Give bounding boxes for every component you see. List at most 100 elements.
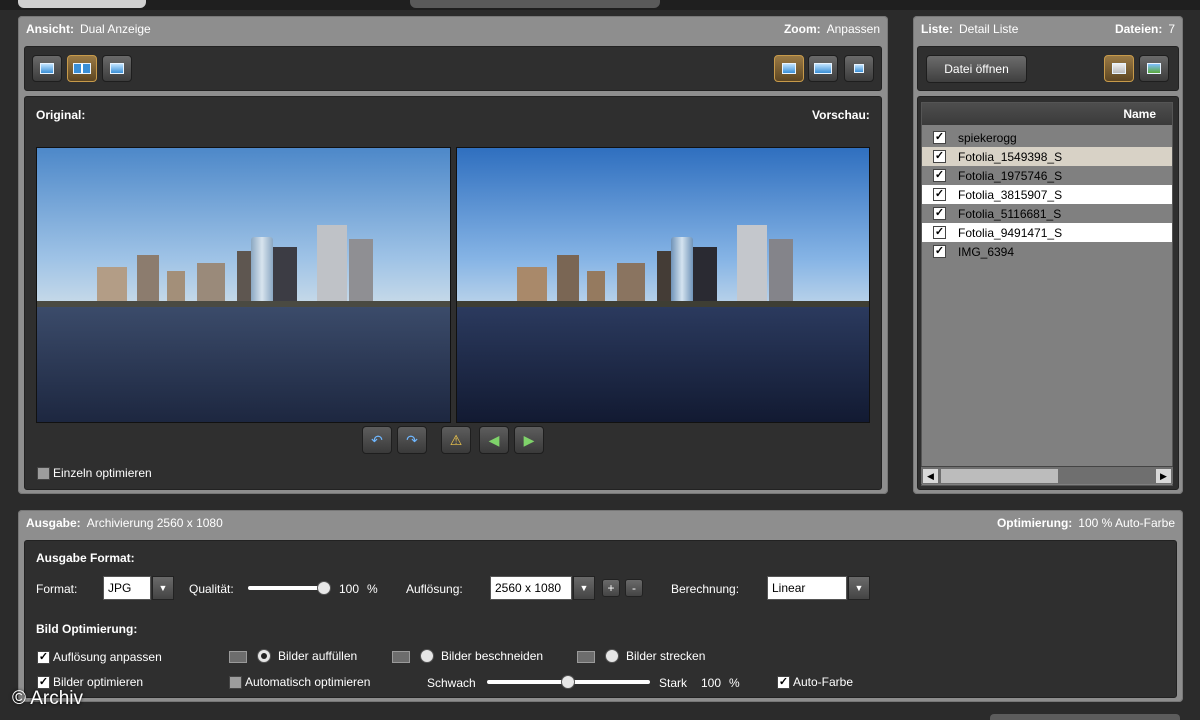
quality-unit: % bbox=[367, 582, 378, 596]
calculation-select[interactable]: Linear bbox=[767, 576, 847, 600]
file-row-checkbox[interactable]: ✓ bbox=[933, 245, 946, 258]
auto-optimize-label: Automatisch optimieren bbox=[245, 675, 371, 689]
rotate-right-button[interactable]: ↷ bbox=[397, 426, 427, 454]
adjust-resolution-option[interactable]: ✓ Auflösung anpassen bbox=[37, 650, 162, 664]
top-tab[interactable] bbox=[18, 0, 146, 8]
crop-radio[interactable] bbox=[420, 649, 434, 663]
zoom-fit-button[interactable] bbox=[774, 55, 804, 82]
adjust-resolution-label: Auflösung anpassen bbox=[53, 650, 162, 664]
file-row-name: Fotolia_9491471_S bbox=[958, 225, 1063, 240]
file-row-checkbox[interactable]: ✓ bbox=[933, 207, 946, 220]
optimize-images-option[interactable]: ✓ Bilder optimieren bbox=[37, 675, 143, 689]
single-optimize-option[interactable]: Einzeln optimieren bbox=[37, 466, 152, 480]
auto-optimize-option[interactable]: Automatisch optimieren bbox=[229, 675, 370, 689]
output-label: Ausgabe: bbox=[26, 516, 81, 530]
file-row[interactable]: ✓ Fotolia_9491471_S bbox=[922, 223, 1172, 242]
file-row[interactable]: ✓ Fotolia_5116681_S bbox=[922, 204, 1172, 223]
overlay-view-button[interactable] bbox=[102, 55, 132, 82]
grid-icon bbox=[1112, 63, 1126, 74]
scroll-left-icon[interactable]: ◀ bbox=[923, 469, 938, 483]
crop-option[interactable]: Bilder beschneiden bbox=[420, 649, 543, 663]
view-header: Ansicht: Dual Anzeige Zoom: Anpassen bbox=[18, 16, 888, 42]
file-row[interactable]: ✓ Fotolia_1549398_S bbox=[922, 147, 1172, 166]
zoom-value: Anpassen bbox=[826, 22, 880, 36]
resolution-add-button[interactable]: + bbox=[602, 579, 620, 597]
top-tab-2[interactable] bbox=[410, 0, 660, 8]
file-row[interactable]: ✓ spiekerogg bbox=[922, 128, 1172, 147]
resolution-select[interactable]: 2560 x 1080 bbox=[490, 576, 572, 600]
rotate-left-button[interactable]: ↶ bbox=[362, 426, 392, 454]
fill-label: Bilder auffüllen bbox=[278, 649, 358, 663]
dual-view-icon bbox=[73, 63, 91, 74]
file-rows: ✓ spiekerogg ✓ Fotolia_1549398_S ✓ Fotolia_19… bbox=[922, 128, 1172, 261]
file-row-checkbox[interactable]: ✓ bbox=[933, 188, 946, 201]
resolution-label: Auflösung: bbox=[406, 582, 463, 596]
file-list[interactable]: Name ✓ spiekerogg ✓ Fotolia_1549398_S ✓ Fotol… bbox=[921, 102, 1173, 486]
file-row[interactable]: ✓ IMG_6394 bbox=[922, 242, 1172, 261]
list-label: Liste: bbox=[921, 22, 954, 36]
optimize-images-checkbox[interactable]: ✓ bbox=[37, 675, 50, 689]
auto-color-checkbox[interactable]: ✓ bbox=[777, 675, 790, 689]
thumbnail-view-button[interactable] bbox=[1139, 55, 1169, 82]
stretch-option[interactable]: Bilder strecken bbox=[605, 649, 705, 663]
rotate-left-icon: ↶ bbox=[371, 431, 383, 448]
scroll-right-icon[interactable]: ▶ bbox=[1156, 469, 1171, 483]
warning-icon: ⚠ bbox=[449, 431, 463, 448]
scrollbar-thumb[interactable] bbox=[941, 469, 1058, 483]
single-optimize-checkbox[interactable] bbox=[37, 466, 50, 480]
bottom-tab[interactable] bbox=[990, 714, 1180, 720]
file-row-name: Fotolia_1549398_S bbox=[958, 149, 1063, 164]
stretch-mode-icon bbox=[577, 651, 595, 663]
quality-slider[interactable] bbox=[248, 586, 324, 590]
file-row[interactable]: ✓ Fotolia_1975746_S bbox=[922, 166, 1172, 185]
optimization-value: 100 % Auto-Farbe bbox=[1078, 516, 1175, 530]
zoom-actual-button[interactable] bbox=[844, 55, 874, 82]
resolution-dropdown-icon[interactable]: ▼ bbox=[573, 576, 595, 600]
fill-option[interactable]: Bilder auffüllen bbox=[257, 649, 357, 663]
single-view-button[interactable] bbox=[32, 55, 62, 82]
resolution-remove-button[interactable]: - bbox=[625, 579, 643, 597]
original-image bbox=[36, 147, 451, 423]
next-image-button[interactable]: ▶ bbox=[514, 426, 544, 454]
open-file-button[interactable]: Datei öffnen bbox=[926, 55, 1027, 83]
view-mode-value: Dual Anzeige bbox=[80, 22, 151, 36]
file-row-checkbox[interactable]: ✓ bbox=[933, 131, 946, 144]
zoom-fit-icon bbox=[782, 63, 796, 74]
file-row-name: spiekerogg bbox=[958, 130, 1017, 145]
grid-view-button[interactable] bbox=[1104, 55, 1134, 82]
arrow-right-icon: ▶ bbox=[523, 431, 535, 448]
rotate-right-icon: ↷ bbox=[406, 431, 418, 448]
original-label: Original: bbox=[36, 108, 86, 122]
strength-value: 100 bbox=[701, 676, 722, 690]
strong-label: Stark bbox=[659, 676, 688, 690]
warning-button[interactable]: ⚠ bbox=[441, 426, 471, 454]
list-mode-value: Detail Liste bbox=[959, 22, 1019, 36]
zoom-width-icon bbox=[814, 63, 832, 74]
optimize-images-label: Bilder optimieren bbox=[53, 675, 144, 689]
auto-optimize-checkbox[interactable] bbox=[229, 675, 242, 689]
calculation-label: Berechnung: bbox=[671, 582, 740, 596]
dual-view-button[interactable] bbox=[67, 55, 97, 82]
adjust-resolution-checkbox[interactable]: ✓ bbox=[37, 650, 50, 664]
file-row-checkbox[interactable]: ✓ bbox=[933, 169, 946, 182]
strength-slider-knob[interactable] bbox=[561, 675, 575, 689]
format-dropdown-icon[interactable]: ▼ bbox=[152, 576, 174, 600]
calculation-dropdown-icon[interactable]: ▼ bbox=[848, 576, 870, 600]
auto-color-option[interactable]: ✓ Auto-Farbe bbox=[777, 675, 853, 689]
strength-unit: % bbox=[729, 676, 740, 690]
crop-mode-icon bbox=[392, 651, 410, 663]
horizontal-scrollbar[interactable]: ◀ ▶ bbox=[921, 466, 1173, 484]
preview-label: Vorschau: bbox=[812, 108, 870, 122]
file-row-checkbox[interactable]: ✓ bbox=[933, 226, 946, 239]
quality-slider-knob[interactable] bbox=[317, 581, 331, 595]
format-select[interactable]: JPG bbox=[103, 576, 151, 600]
stretch-label: Bilder strecken bbox=[626, 649, 706, 663]
output-header: Ausgabe: Archivierung 2560 x 1080 Optimie… bbox=[18, 510, 1183, 536]
zoom-width-button[interactable] bbox=[808, 55, 838, 82]
stretch-radio[interactable] bbox=[605, 649, 619, 663]
name-column-header[interactable]: Name bbox=[922, 103, 1172, 125]
file-row-checkbox[interactable]: ✓ bbox=[933, 150, 946, 163]
previous-image-button[interactable]: ◀ bbox=[479, 426, 509, 454]
fill-radio[interactable] bbox=[257, 649, 271, 663]
file-row[interactable]: ✓ Fotolia_3815907_S bbox=[922, 185, 1172, 204]
